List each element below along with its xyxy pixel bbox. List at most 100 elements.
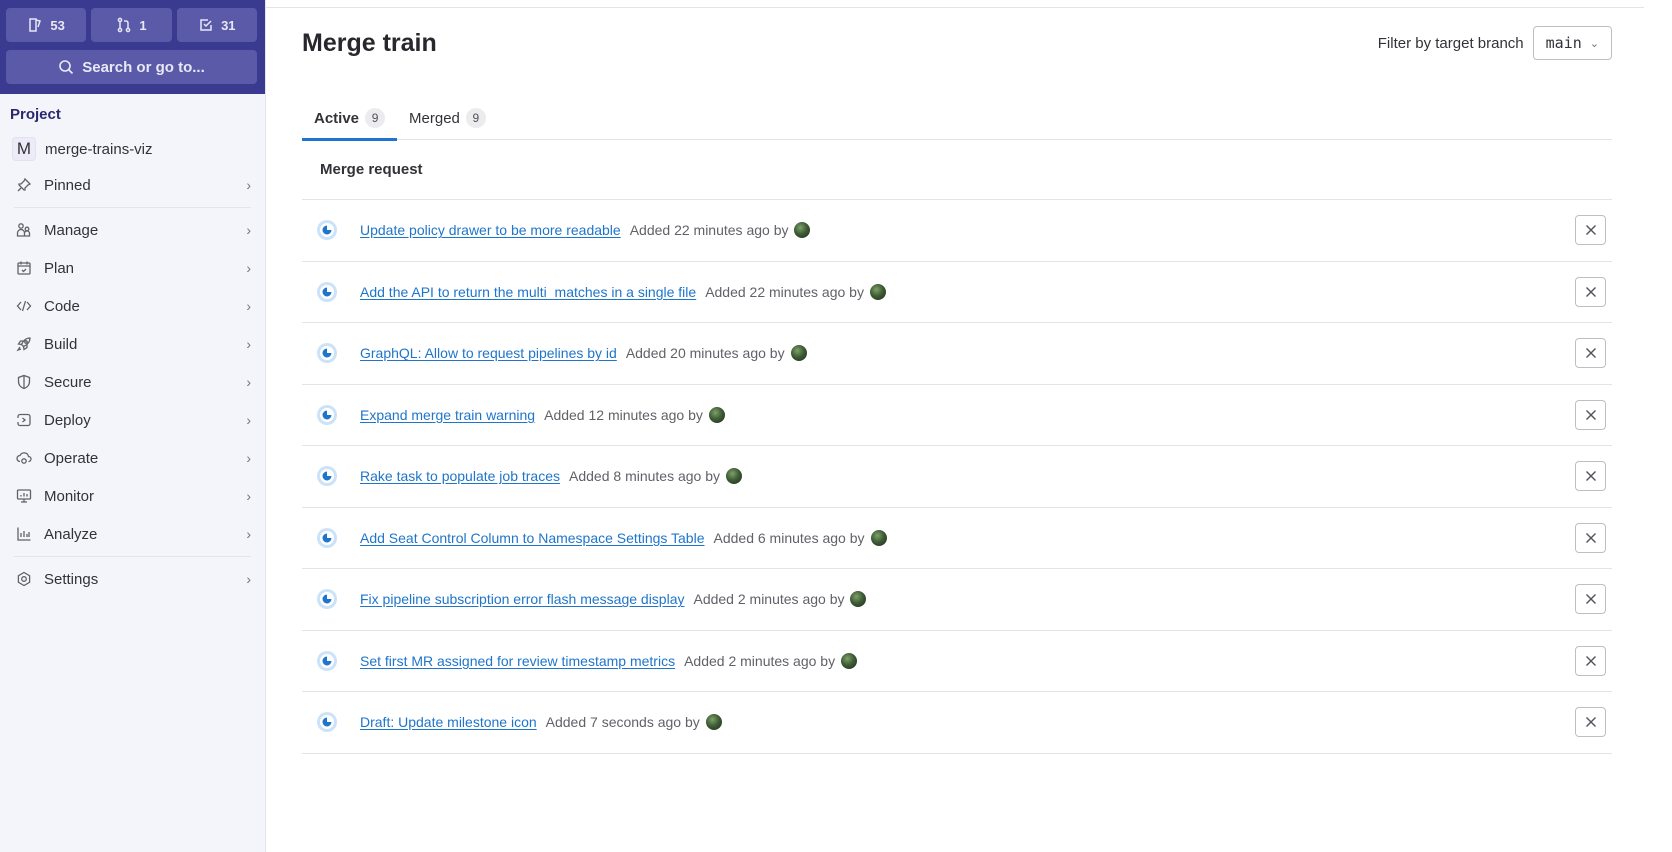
remove-from-train-button[interactable] (1575, 461, 1606, 492)
chevron-right-icon: › (246, 526, 251, 542)
author-avatar[interactable] (705, 714, 722, 731)
sidebar-top: 53 1 31 Search or go to... (0, 0, 265, 94)
chevron-right-icon: › (246, 298, 251, 314)
merge-requests-count: 1 (139, 17, 147, 33)
chevron-right-icon: › (246, 177, 251, 193)
top-divider (266, 7, 1644, 8)
merge-request-link[interactable]: Update policy drawer to be more readable (360, 222, 621, 238)
todos-count: 31 (221, 17, 236, 33)
issues-counter-button[interactable]: 53 (6, 8, 87, 42)
remove-from-train-button[interactable] (1575, 707, 1606, 738)
sidebar-item-analyze[interactable]: Analyze › (0, 515, 265, 553)
sidebar-item-pinned[interactable]: Pinned › (0, 166, 265, 204)
sidebar-item-plan[interactable]: Plan › (0, 249, 265, 287)
sidebar-item-build[interactable]: Build › (0, 325, 265, 363)
sidebar-item-code[interactable]: Code › (0, 287, 265, 325)
code-icon (14, 297, 34, 315)
column-header: Merge request (302, 140, 1612, 200)
project-link[interactable]: M merge-trains-viz (0, 131, 265, 166)
chevron-right-icon: › (246, 336, 251, 352)
remove-from-train-button[interactable] (1575, 522, 1606, 553)
status-running-icon[interactable] (316, 404, 338, 426)
sidebar-item-settings[interactable]: Settings › (0, 560, 265, 598)
added-meta: Added 8 minutes ago by (569, 468, 721, 485)
project-avatar: M (12, 137, 36, 161)
close-icon (1585, 532, 1596, 543)
sidebar-item-monitor[interactable]: Monitor › (0, 477, 265, 515)
status-running-icon[interactable] (316, 281, 338, 303)
tab-merged[interactable]: Merged 9 (397, 96, 498, 140)
status-running-icon[interactable] (316, 650, 338, 672)
search-button[interactable]: Search or go to... (6, 50, 257, 84)
remove-from-train-button[interactable] (1575, 215, 1606, 246)
sidebar-item-label: Deploy (44, 411, 91, 429)
table-row: Draft: Update milestone icon Added 7 sec… (302, 692, 1612, 754)
chart-icon (14, 525, 34, 543)
sidebar-item-manage[interactable]: Manage › (0, 211, 265, 249)
merge-request-link[interactable]: Add Seat Control Column to Namespace Set… (360, 530, 705, 546)
todos-counter-button[interactable]: 31 (176, 8, 257, 42)
table-row: Add the API to return the multi_matches … (302, 262, 1612, 323)
close-icon (1585, 471, 1596, 482)
sidebar-item-label: Manage (44, 221, 99, 239)
remove-from-train-button[interactable] (1575, 399, 1606, 430)
target-branch-dropdown[interactable]: main ⌄ (1532, 26, 1612, 60)
merge-request-link[interactable]: Rake task to populate job traces (360, 468, 560, 484)
sidebar: 53 1 31 Search or go to... Project M mer… (0, 0, 266, 852)
table-row: Add Seat Control Column to Namespace Set… (302, 508, 1612, 569)
merge-request-link[interactable]: GraphQL: Allow to request pipelines by i… (360, 345, 617, 361)
sidebar-item-operate[interactable]: Operate › (0, 439, 265, 477)
author-avatar[interactable] (708, 406, 725, 423)
tab-active[interactable]: Active 9 (302, 96, 398, 141)
author-avatar[interactable] (790, 345, 807, 362)
main-content: Merge train Filter by target branch main… (266, 0, 1672, 852)
author-avatar[interactable] (870, 529, 887, 546)
merge-request-link[interactable]: Draft: Update milestone icon (360, 714, 537, 730)
remove-from-train-button[interactable] (1575, 338, 1606, 369)
issues-count: 53 (50, 17, 65, 33)
table-row: Rake task to populate job traces Added 8… (302, 446, 1612, 508)
sidebar-item-label: Operate (44, 449, 99, 467)
author-avatar[interactable] (726, 468, 743, 485)
remove-from-train-button[interactable] (1575, 584, 1606, 615)
table-row: GraphQL: Allow to request pipelines by i… (302, 323, 1612, 385)
sidebar-item-secure[interactable]: Secure › (0, 363, 265, 401)
pin-icon (14, 176, 34, 194)
page-title: Merge train (302, 28, 437, 57)
status-running-icon[interactable] (316, 588, 338, 610)
author-avatar[interactable] (869, 283, 886, 300)
added-meta: Added 2 minutes ago by (693, 591, 845, 608)
sidebar-item-label: Secure (44, 373, 92, 391)
status-running-icon[interactable] (316, 711, 338, 733)
branch-filter: Filter by target branch main ⌄ (1378, 26, 1612, 60)
close-icon (1585, 594, 1596, 605)
issues-icon (29, 18, 42, 32)
status-running-icon[interactable] (316, 527, 338, 549)
shield-icon (14, 373, 34, 391)
chevron-right-icon: › (246, 222, 251, 238)
chevron-right-icon: › (246, 412, 251, 428)
author-avatar[interactable] (841, 652, 858, 669)
status-running-icon[interactable] (316, 465, 338, 487)
branch-value: main (1545, 34, 1582, 52)
merge-request-link[interactable]: Fix pipeline subscription error flash me… (360, 591, 684, 607)
merge-requests-counter-button[interactable]: 1 (91, 8, 172, 42)
remove-from-train-button[interactable] (1575, 645, 1606, 676)
table-row: Update policy drawer to be more readable… (302, 200, 1612, 262)
page-header: Merge train Filter by target branch main… (302, 26, 1612, 60)
status-running-icon[interactable] (316, 219, 338, 241)
merge-request-link[interactable]: Set first MR assigned for review timesta… (360, 653, 675, 669)
author-avatar[interactable] (794, 222, 811, 239)
added-meta: Added 22 minutes ago by (629, 222, 789, 239)
cloud-gear-icon (14, 449, 34, 467)
merge-request-link[interactable]: Add the API to return the multi_matches … (360, 284, 696, 300)
author-avatar[interactable] (850, 591, 867, 608)
status-running-icon[interactable] (316, 342, 338, 364)
added-meta: Added 7 seconds ago by (545, 714, 700, 731)
remove-from-train-button[interactable] (1575, 276, 1606, 307)
sidebar-item-deploy[interactable]: Deploy › (0, 401, 265, 439)
merge-request-link[interactable]: Expand merge train warning (360, 407, 535, 423)
close-icon (1585, 286, 1596, 297)
divider (14, 556, 251, 557)
close-icon (1585, 225, 1596, 236)
